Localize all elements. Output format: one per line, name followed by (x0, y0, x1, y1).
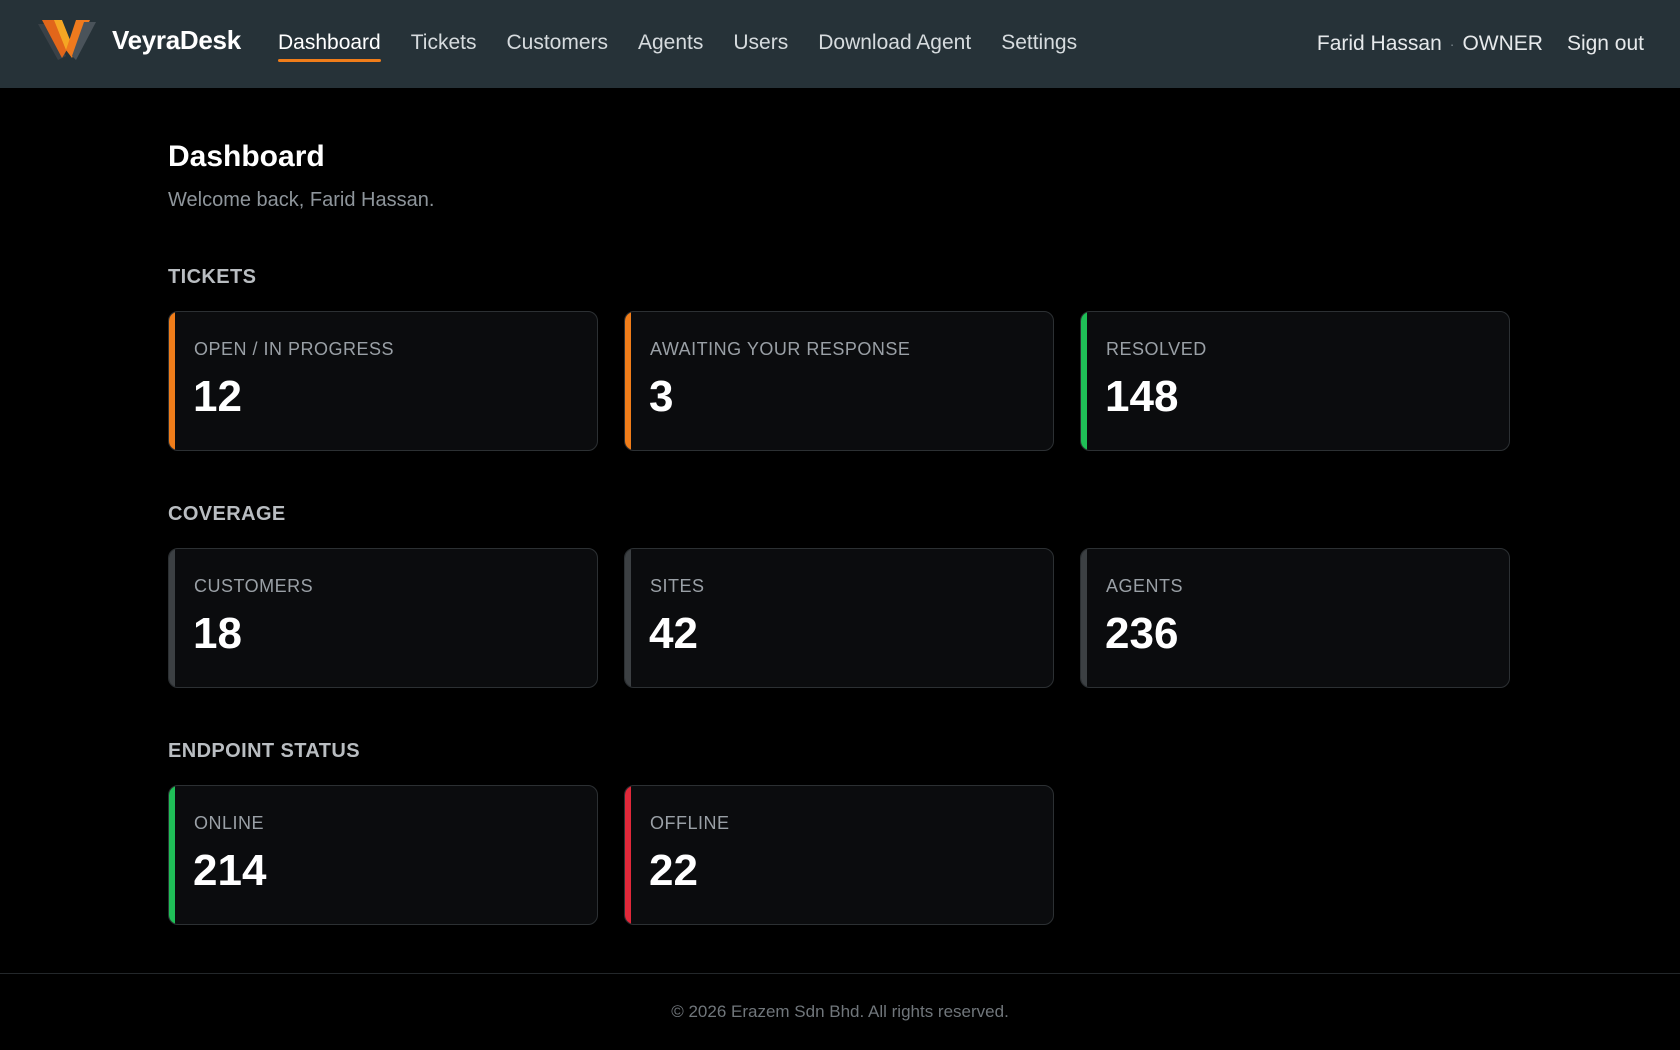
top-navigation-bar: VeyraDesk Dashboard Tickets Customers Ag… (0, 0, 1680, 88)
user-separator: · (1449, 36, 1455, 52)
tickets-cards: OPEN / IN PROGRESS 12 AWAITING YOUR RESP… (168, 311, 1512, 451)
user-name: Farid Hassan (1316, 32, 1442, 55)
card-accent (1081, 549, 1087, 687)
nav-item-download-agent[interactable]: Download Agent (818, 0, 971, 64)
endpoint-status-cards: ONLINE 214 OFFLINE 22 (168, 785, 1512, 925)
nav-item-agents[interactable]: Agents (638, 0, 703, 64)
stat-card-open-in-progress[interactable]: OPEN / IN PROGRESS 12 (168, 311, 598, 451)
card-value: 236 (1105, 609, 1179, 658)
user-info: Farid Hassan · OWNER (1317, 32, 1543, 56)
card-label: SITES (650, 576, 705, 596)
stat-card-offline[interactable]: OFFLINE 22 (624, 785, 1054, 925)
nav-item-settings[interactable]: Settings (1001, 0, 1077, 64)
section-title-tickets: TICKETS (168, 266, 257, 288)
card-label: CUSTOMERS (194, 576, 314, 596)
card-accent (625, 312, 631, 450)
nav-item-tickets[interactable]: Tickets (411, 0, 477, 64)
card-value: 214 (193, 846, 267, 895)
card-value: 22 (649, 846, 698, 895)
user-role: OWNER (1462, 32, 1543, 55)
card-value: 148 (1105, 372, 1179, 421)
card-value: 18 (193, 609, 242, 658)
card-label: AGENTS (1106, 576, 1184, 596)
stat-card-resolved[interactable]: RESOLVED 148 (1080, 311, 1510, 451)
card-value: 3 (649, 372, 674, 421)
nav-item-users[interactable]: Users (733, 0, 788, 64)
footer-copyright: © 2026 Erazem Sdn Bhd. All rights reserv… (671, 1002, 1009, 1021)
card-accent (1081, 312, 1087, 450)
sign-out-link[interactable]: Sign out (1567, 32, 1644, 56)
card-label: RESOLVED (1106, 339, 1207, 359)
card-accent (625, 786, 631, 924)
card-value: 12 (193, 372, 242, 421)
welcome-message: Welcome back, Farid Hassan. (168, 189, 435, 211)
card-value: 42 (649, 609, 698, 658)
coverage-cards: CUSTOMERS 18 SITES 42 AGENTS 236 (168, 548, 1512, 688)
card-accent (169, 549, 175, 687)
nav-item-customers[interactable]: Customers (506, 0, 608, 64)
card-accent (625, 549, 631, 687)
main-nav: Dashboard Tickets Customers Agents Users… (278, 0, 1107, 88)
user-area: Farid Hassan · OWNER Sign out (1317, 0, 1644, 88)
brand-name: VeyraDesk (112, 24, 241, 55)
stat-card-online[interactable]: ONLINE 214 (168, 785, 598, 925)
veyradesk-logo-icon (38, 20, 96, 60)
section-title-endpoint-status: ENDPOINT STATUS (168, 740, 360, 762)
nav-item-dashboard[interactable]: Dashboard (278, 0, 381, 64)
page-title: Dashboard (168, 140, 325, 173)
card-label: AWAITING YOUR RESPONSE (650, 339, 911, 359)
card-accent (169, 312, 175, 450)
card-accent (169, 786, 175, 924)
section-title-coverage: COVERAGE (168, 503, 286, 525)
card-label: OPEN / IN PROGRESS (194, 339, 395, 359)
footer: © 2026 Erazem Sdn Bhd. All rights reserv… (0, 973, 1680, 1050)
card-label: ONLINE (194, 813, 265, 833)
stat-card-sites[interactable]: SITES 42 (624, 548, 1054, 688)
stat-card-agents[interactable]: AGENTS 236 (1080, 548, 1510, 688)
stat-card-awaiting-response[interactable]: AWAITING YOUR RESPONSE 3 (624, 311, 1054, 451)
stat-card-customers[interactable]: CUSTOMERS 18 (168, 548, 598, 688)
card-label: OFFLINE (650, 813, 730, 833)
brand[interactable]: VeyraDesk (36, 16, 241, 64)
